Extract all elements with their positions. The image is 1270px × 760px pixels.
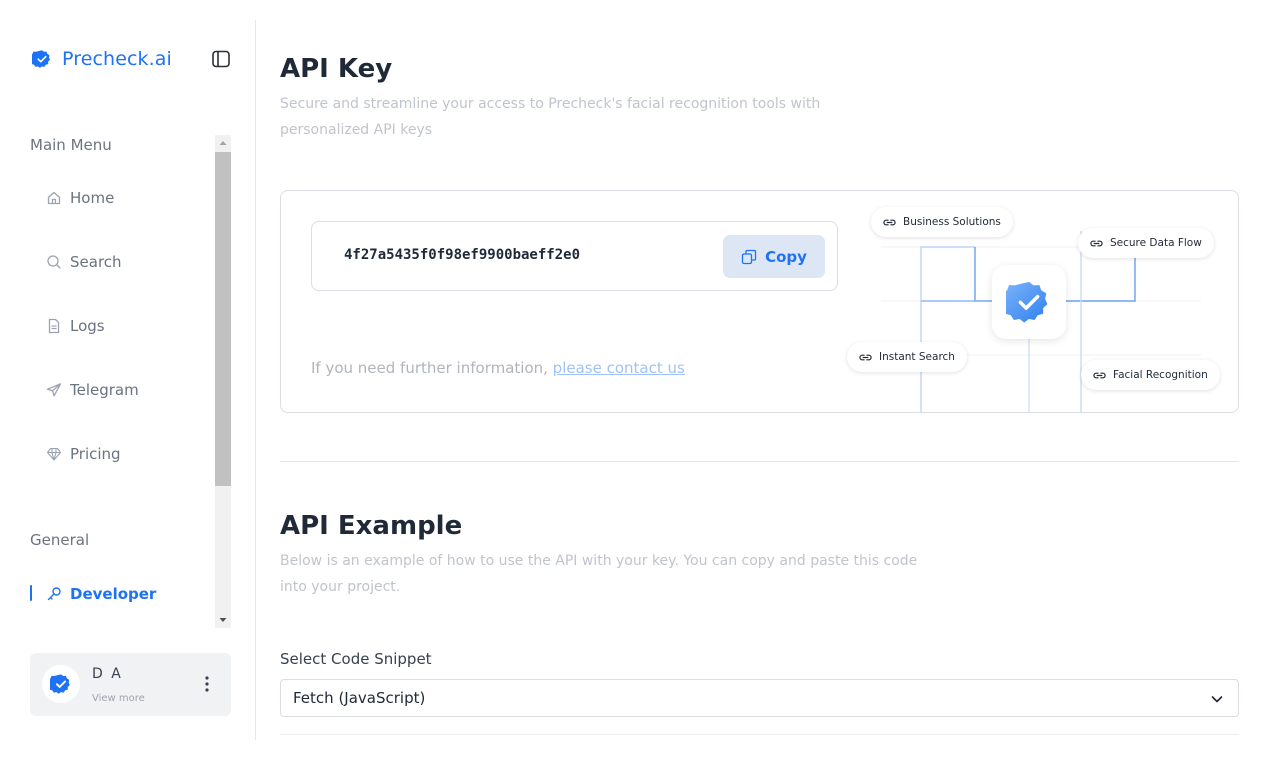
more-options-icon[interactable] xyxy=(198,673,216,695)
section-divider xyxy=(280,461,1239,462)
scroll-up-icon[interactable] xyxy=(219,139,227,147)
link-icon xyxy=(1093,372,1106,378)
facial-recognition-pill: Facial Recognition xyxy=(1081,360,1220,390)
key-icon xyxy=(47,587,61,601)
verified-badge-icon xyxy=(50,674,70,694)
api-illustration: Business Solutions Secure Data Flow Inst… xyxy=(841,191,1238,412)
active-indicator xyxy=(30,585,32,601)
sidebar-item-home[interactable]: Home xyxy=(46,186,114,210)
copy-button[interactable]: Copy xyxy=(723,235,825,278)
copy-icon xyxy=(741,249,757,264)
send-icon xyxy=(46,383,62,397)
diamond-icon xyxy=(46,447,62,461)
api-example-title: API Example xyxy=(280,511,463,541)
sidebar-item-label: Logs xyxy=(70,317,105,335)
avatar xyxy=(42,665,80,703)
secure-data-flow-pill: Secure Data Flow xyxy=(1078,228,1214,258)
user-card[interactable]: D A View more xyxy=(30,653,231,716)
sidebar: Precheck.ai Main Menu Home Search Logs T… xyxy=(0,0,256,760)
sidebar-item-label: Pricing xyxy=(70,445,121,463)
sidebar-item-developer[interactable]: Developer xyxy=(46,582,156,606)
api-key-title: API Key xyxy=(280,54,393,84)
scroll-down-icon[interactable] xyxy=(219,616,227,624)
search-icon xyxy=(47,255,61,269)
code-snippet-select[interactable]: Fetch (JavaScript) xyxy=(280,679,1239,717)
main-menu-heading: Main Menu xyxy=(30,136,112,154)
link-icon xyxy=(883,219,896,225)
chevron-down-icon xyxy=(1211,696,1223,703)
verified-badge-icon xyxy=(1006,281,1048,323)
api-key-card: 4f27a5435f0f98ef9900baeff2e0 Copy If you… xyxy=(280,190,1239,413)
contact-us-link[interactable]: please contact us xyxy=(553,359,685,377)
sidebar-item-label: Search xyxy=(70,253,122,271)
sidebar-item-search[interactable]: Search xyxy=(46,250,122,274)
link-icon xyxy=(1090,240,1103,246)
api-key-subtitle: Secure and streamline your access to Pre… xyxy=(280,96,821,138)
sidebar-item-label: Telegram xyxy=(70,381,139,399)
api-example-subtitle: Below is an example of how to use the AP… xyxy=(280,553,918,595)
user-name: D A xyxy=(92,666,123,682)
sidebar-scrollbar[interactable] xyxy=(215,135,231,628)
content-divider xyxy=(280,734,1239,735)
api-key-box: 4f27a5435f0f98ef9900baeff2e0 Copy xyxy=(311,221,838,291)
sidebar-toggle-icon[interactable] xyxy=(211,49,231,69)
brand-logo[interactable]: Precheck.ai xyxy=(32,44,172,74)
api-key-value[interactable]: 4f27a5435f0f98ef9900baeff2e0 xyxy=(344,247,580,263)
sidebar-item-pricing[interactable]: Pricing xyxy=(46,442,121,466)
pill-label: Secure Data Flow xyxy=(1110,237,1202,249)
info-text: If you need further information, please … xyxy=(311,359,685,377)
instant-search-pill: Instant Search xyxy=(847,342,967,372)
sidebar-item-label: Developer xyxy=(70,585,157,603)
select-snippet-label: Select Code Snippet xyxy=(280,650,432,668)
pill-label: Business Solutions xyxy=(903,216,1001,228)
sidebar-divider xyxy=(255,20,256,740)
document-icon xyxy=(48,318,60,334)
verified-seal xyxy=(992,265,1066,339)
copy-label: Copy xyxy=(765,247,807,266)
select-value: Fetch (JavaScript) xyxy=(293,689,426,707)
sidebar-item-logs[interactable]: Logs xyxy=(46,314,105,338)
link-icon xyxy=(859,354,872,360)
sidebar-item-label: Home xyxy=(70,189,115,207)
business-solutions-pill: Business Solutions xyxy=(871,207,1013,237)
home-icon xyxy=(47,191,61,205)
pill-label: Facial Recognition xyxy=(1113,369,1208,381)
scrollbar-thumb[interactable] xyxy=(215,152,231,486)
verified-badge-icon xyxy=(32,50,50,68)
pill-label: Instant Search xyxy=(879,351,955,363)
general-heading: General xyxy=(30,531,90,549)
info-text-prefix: If you need further information, xyxy=(311,359,553,377)
view-more-link[interactable]: View more xyxy=(92,693,145,704)
sidebar-item-telegram[interactable]: Telegram xyxy=(46,378,139,402)
brand-name: Precheck.ai xyxy=(62,48,172,70)
